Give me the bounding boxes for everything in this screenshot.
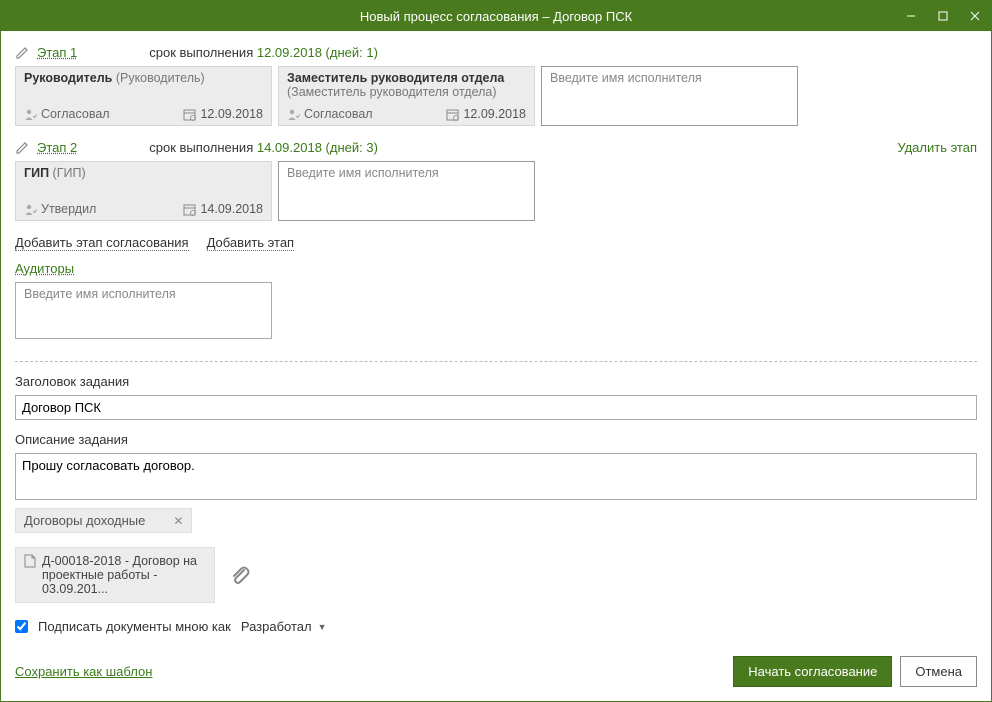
calendar-icon bbox=[183, 108, 196, 121]
tag-label: Договоры доходные bbox=[24, 513, 145, 528]
auditors-label[interactable]: Аудиторы bbox=[15, 261, 977, 276]
card-role: Заместитель руководителя отдела bbox=[287, 71, 504, 85]
card-date: 12.09.2018 bbox=[446, 107, 526, 121]
stage1-cards: Руководитель (Руководитель) Согласовал 1… bbox=[15, 66, 977, 126]
task-desc-label: Описание задания bbox=[15, 432, 977, 447]
executor-card[interactable]: Руководитель (Руководитель) Согласовал 1… bbox=[15, 66, 272, 126]
deadline-prefix: срок выполнения bbox=[149, 140, 257, 155]
stage2-link[interactable]: Этап 2 bbox=[37, 140, 77, 155]
attach-icon[interactable] bbox=[229, 564, 251, 586]
tag-remove-icon[interactable]: ✕ bbox=[173, 514, 183, 528]
sign-label: Подписать документы мною как bbox=[38, 619, 231, 634]
attachment-row: Д-00018-2018 - Договор на проектные рабо… bbox=[15, 547, 977, 603]
person-icon bbox=[287, 108, 300, 121]
person-icon bbox=[24, 108, 37, 121]
save-template-link[interactable]: Сохранить как шаблон bbox=[15, 664, 152, 679]
delete-stage-link[interactable]: Удалить этап bbox=[897, 140, 977, 155]
card-status: Согласовал bbox=[287, 107, 373, 121]
calendar-icon bbox=[446, 108, 459, 121]
chevron-down-icon: ▼ bbox=[318, 622, 327, 632]
deadline-days: (дней: 3) bbox=[322, 140, 378, 155]
card-status: Согласовал bbox=[24, 107, 110, 121]
sign-checkbox[interactable] bbox=[15, 620, 28, 633]
stage1-deadline: срок выполнения 12.09.2018 (дней: 1) bbox=[149, 45, 378, 60]
card-role: Руководитель bbox=[24, 71, 112, 85]
deadline-days: (дней: 1) bbox=[322, 45, 378, 60]
approval-process-window: Новый процесс согласования – Договор ПСК… bbox=[0, 0, 992, 702]
close-button[interactable] bbox=[959, 1, 991, 31]
add-approval-stage-link[interactable]: Добавить этап согласования bbox=[15, 235, 189, 251]
document-icon bbox=[24, 554, 36, 568]
deadline-date: 12.09.2018 bbox=[257, 45, 322, 60]
add-executor-input[interactable]: Введите имя исполнителя bbox=[278, 161, 535, 221]
pencil-icon[interactable] bbox=[15, 141, 29, 155]
divider bbox=[15, 361, 977, 362]
category-tag[interactable]: Договоры доходные ✕ bbox=[15, 508, 192, 533]
footer: Сохранить как шаблон Начать согласование… bbox=[15, 656, 977, 687]
task-title-label: Заголовок задания bbox=[15, 374, 977, 389]
deadline-date: 14.09.2018 bbox=[257, 140, 322, 155]
card-subrole: (ГИП) bbox=[53, 166, 86, 180]
sign-role-dropdown[interactable]: Разработал ▼ bbox=[241, 619, 327, 634]
add-stage-row: Добавить этап согласования Добавить этап bbox=[15, 235, 977, 251]
start-approval-button[interactable]: Начать согласование bbox=[733, 656, 892, 687]
stage1-link[interactable]: Этап 1 bbox=[37, 45, 77, 60]
window-controls bbox=[895, 1, 991, 31]
stage2-cards: ГИП (ГИП) Утвердил 14.09.2018 Введите им… bbox=[15, 161, 977, 221]
deadline-prefix: срок выполнения bbox=[149, 45, 257, 60]
sign-row: Подписать документы мною как Разработал … bbox=[15, 619, 977, 634]
card-date: 12.09.2018 bbox=[183, 107, 263, 121]
add-stage-link[interactable]: Добавить этап bbox=[207, 235, 295, 251]
task-title-input[interactable] bbox=[15, 395, 977, 420]
card-date: 14.09.2018 bbox=[183, 202, 263, 216]
card-status: Утвердил bbox=[24, 202, 96, 216]
stage1-header: Этап 1 срок выполнения 12.09.2018 (дней:… bbox=[15, 45, 977, 60]
person-icon bbox=[24, 203, 37, 216]
card-subrole: (Руководитель) bbox=[116, 71, 205, 85]
window-title: Новый процесс согласования – Договор ПСК bbox=[1, 9, 991, 24]
content-area: Этап 1 срок выполнения 12.09.2018 (дней:… bbox=[1, 31, 991, 701]
maximize-button[interactable] bbox=[927, 1, 959, 31]
footer-buttons: Начать согласование Отмена bbox=[733, 656, 977, 687]
card-subrole: (Заместитель руководителя отдела) bbox=[287, 85, 497, 99]
attachment-item[interactable]: Д-00018-2018 - Договор на проектные рабо… bbox=[15, 547, 215, 603]
calendar-icon bbox=[183, 203, 196, 216]
task-desc-input[interactable]: Прошу согласовать договор. bbox=[15, 453, 977, 500]
minimize-button[interactable] bbox=[895, 1, 927, 31]
titlebar: Новый процесс согласования – Договор ПСК bbox=[1, 1, 991, 31]
add-executor-input[interactable]: Введите имя исполнителя bbox=[541, 66, 798, 126]
card-role: ГИП bbox=[24, 166, 49, 180]
auditors-input[interactable]: Введите имя исполнителя bbox=[15, 282, 272, 339]
stage2-header: Этап 2 срок выполнения 14.09.2018 (дней:… bbox=[15, 140, 977, 155]
attachment-name: Д-00018-2018 - Договор на проектные рабо… bbox=[42, 554, 206, 596]
executor-card[interactable]: ГИП (ГИП) Утвердил 14.09.2018 bbox=[15, 161, 272, 221]
cancel-button[interactable]: Отмена bbox=[900, 656, 977, 687]
pencil-icon[interactable] bbox=[15, 46, 29, 60]
executor-card[interactable]: Заместитель руководителя отдела (Замести… bbox=[278, 66, 535, 126]
stage2-deadline: срок выполнения 14.09.2018 (дней: 3) bbox=[149, 140, 378, 155]
